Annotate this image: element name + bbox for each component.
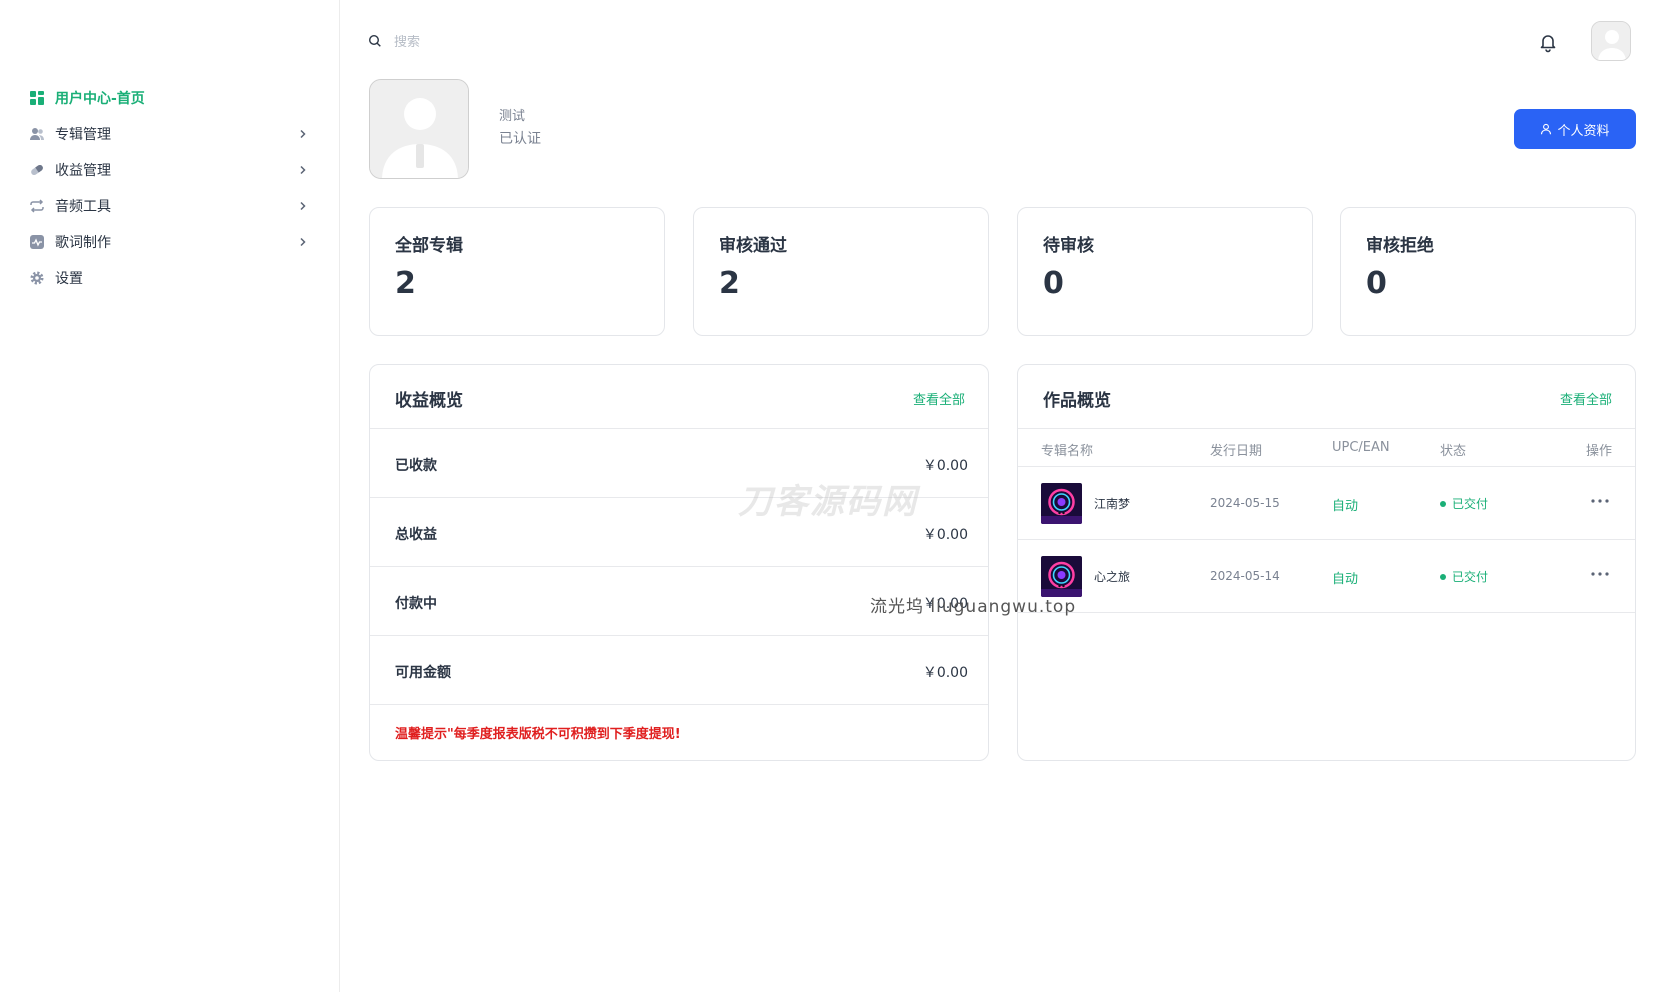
watermark: 刀客源码网 — [738, 482, 918, 522]
earnings-value: ￥0.00 — [922, 458, 968, 474]
sidebar-item-label: 音频工具 — [55, 199, 111, 215]
status-dot — [1440, 573, 1446, 580]
sidebar-item-albums[interactable]: 专辑管理 — [0, 116, 340, 152]
stat-card-rejected: 审核拒绝 0 — [1340, 207, 1636, 336]
sidebar-item-home[interactable]: 用户中心-首页 — [0, 80, 340, 116]
table-header: 专辑名称 发行日期 UPC/EAN 状态 操作 — [1018, 429, 1635, 467]
panel-header: 作品概览 查看全部 — [1018, 365, 1635, 429]
status-text: 已交付 — [1452, 497, 1489, 511]
sidebar-item-label: 歌词制作 — [55, 235, 111, 251]
more-icon[interactable] — [1590, 491, 1610, 511]
sidebar-item-earnings[interactable]: 收益管理 — [0, 152, 340, 188]
panel-header: 收益概览 查看全部 — [370, 365, 988, 429]
stat-value: 2 — [719, 266, 740, 301]
album-name: 江南梦 — [1094, 497, 1131, 511]
album-cover — [1041, 556, 1082, 597]
works-panel: 作品概览 查看全部 专辑名称 发行日期 UPC/EAN 状态 操作 江南梦 20… — [1017, 364, 1636, 761]
sidebar-item-label: 用户中心-首页 — [55, 91, 145, 107]
profile-name: 测试 — [499, 109, 526, 124]
profile-verified-status: 已认证 — [499, 131, 541, 147]
pill-icon — [29, 162, 45, 178]
dashboard-icon — [29, 90, 45, 106]
earnings-label: 付款中 — [395, 596, 437, 612]
stat-card-approved: 审核通过 2 — [693, 207, 989, 336]
stat-card-pending: 待审核 0 — [1017, 207, 1313, 336]
column-header-album-name: 专辑名称 — [1041, 444, 1094, 459]
earnings-row-available: 可用金额 ￥0.00 — [370, 636, 988, 705]
activity-icon — [29, 234, 45, 250]
column-header-actions: 操作 — [1585, 444, 1612, 459]
stat-label: 待审核 — [1043, 236, 1094, 256]
view-all-earnings-link[interactable]: 查看全部 — [913, 389, 965, 408]
view-all-works-link[interactable]: 查看全部 — [1560, 389, 1612, 408]
gear-icon — [29, 270, 45, 286]
stat-value: 0 — [1043, 266, 1064, 301]
bell-icon[interactable] — [1537, 31, 1559, 53]
stat-card-all-albums: 全部专辑 2 — [369, 207, 665, 336]
album-cover — [1041, 483, 1082, 524]
chevron-right-icon — [296, 235, 310, 249]
album-name: 心之旅 — [1094, 570, 1131, 584]
stat-label: 全部专辑 — [395, 236, 463, 256]
profile-button-label: 个人资料 — [1557, 122, 1610, 138]
earnings-label: 总收益 — [395, 527, 437, 543]
earnings-label: 已收款 — [395, 458, 437, 474]
panel-title: 作品概览 — [1043, 391, 1111, 411]
stat-label: 审核通过 — [719, 236, 787, 256]
sidebar-item-label: 收益管理 — [55, 163, 111, 179]
repeat-icon — [29, 198, 45, 214]
sidebar-item-audio-tools[interactable]: 音频工具 — [0, 188, 340, 224]
table-row[interactable]: 江南梦 2024-05-15 自动 已交付 — [1018, 467, 1635, 540]
search-icon[interactable] — [368, 33, 382, 52]
more-icon[interactable] — [1590, 564, 1610, 584]
sidebar-nav: 用户中心-首页 专辑管理 收益管理 音频工具 歌词制作 设置 — [0, 80, 340, 296]
earnings-panel: 收益概览 查看全部 已收款 ￥0.00 总收益 ￥0.00 付款中 ￥0.00 … — [369, 364, 989, 761]
column-header-status: 状态 — [1440, 444, 1467, 459]
profile-avatar — [369, 79, 469, 179]
upc-value: 自动 — [1332, 499, 1359, 514]
panel-title: 收益概览 — [395, 391, 463, 411]
stat-value: 2 — [395, 266, 416, 301]
column-header-upc: UPC/EAN — [1332, 440, 1390, 455]
user-icon — [1540, 123, 1552, 135]
release-date: 2024-05-15 — [1210, 496, 1280, 510]
column-header-release-date: 发行日期 — [1210, 444, 1263, 459]
sidebar-item-label: 设置 — [55, 271, 83, 287]
chevron-right-icon — [296, 163, 310, 177]
sidebar-item-label: 专辑管理 — [55, 127, 111, 143]
chevron-right-icon — [296, 199, 310, 213]
sidebar-item-settings[interactable]: 设置 — [0, 260, 340, 296]
search-input[interactable] — [394, 34, 594, 50]
upc-value: 自动 — [1332, 572, 1359, 587]
status-badge: 已交付 — [1440, 495, 1488, 512]
earnings-value: ￥0.00 — [922, 527, 968, 543]
sidebar-item-lyrics[interactable]: 歌词制作 — [0, 224, 340, 260]
sidebar: 用户中心-首页 专辑管理 收益管理 音频工具 歌词制作 设置 — [0, 0, 340, 992]
avatar[interactable] — [1591, 21, 1631, 61]
table-row[interactable]: 心之旅 2024-05-14 自动 已交付 — [1018, 540, 1635, 613]
earnings-label: 可用金额 — [395, 665, 451, 681]
status-text: 已交付 — [1452, 570, 1489, 584]
stat-label: 审核拒绝 — [1366, 236, 1434, 256]
release-date: 2024-05-14 — [1210, 569, 1280, 583]
users-icon — [29, 126, 45, 142]
chevron-right-icon — [296, 127, 310, 141]
earnings-tip: 温馨提示"每季度报表版税不可积攒到下季度提现! — [395, 727, 681, 742]
profile-button[interactable]: 个人资料 — [1514, 109, 1636, 149]
stat-value: 0 — [1366, 266, 1387, 301]
earnings-value: ￥0.00 — [922, 665, 968, 681]
watermark: 流光坞 liuguangwu.top — [870, 597, 1077, 617]
search-bar — [368, 30, 668, 54]
status-dot — [1440, 500, 1446, 507]
status-badge: 已交付 — [1440, 568, 1488, 585]
